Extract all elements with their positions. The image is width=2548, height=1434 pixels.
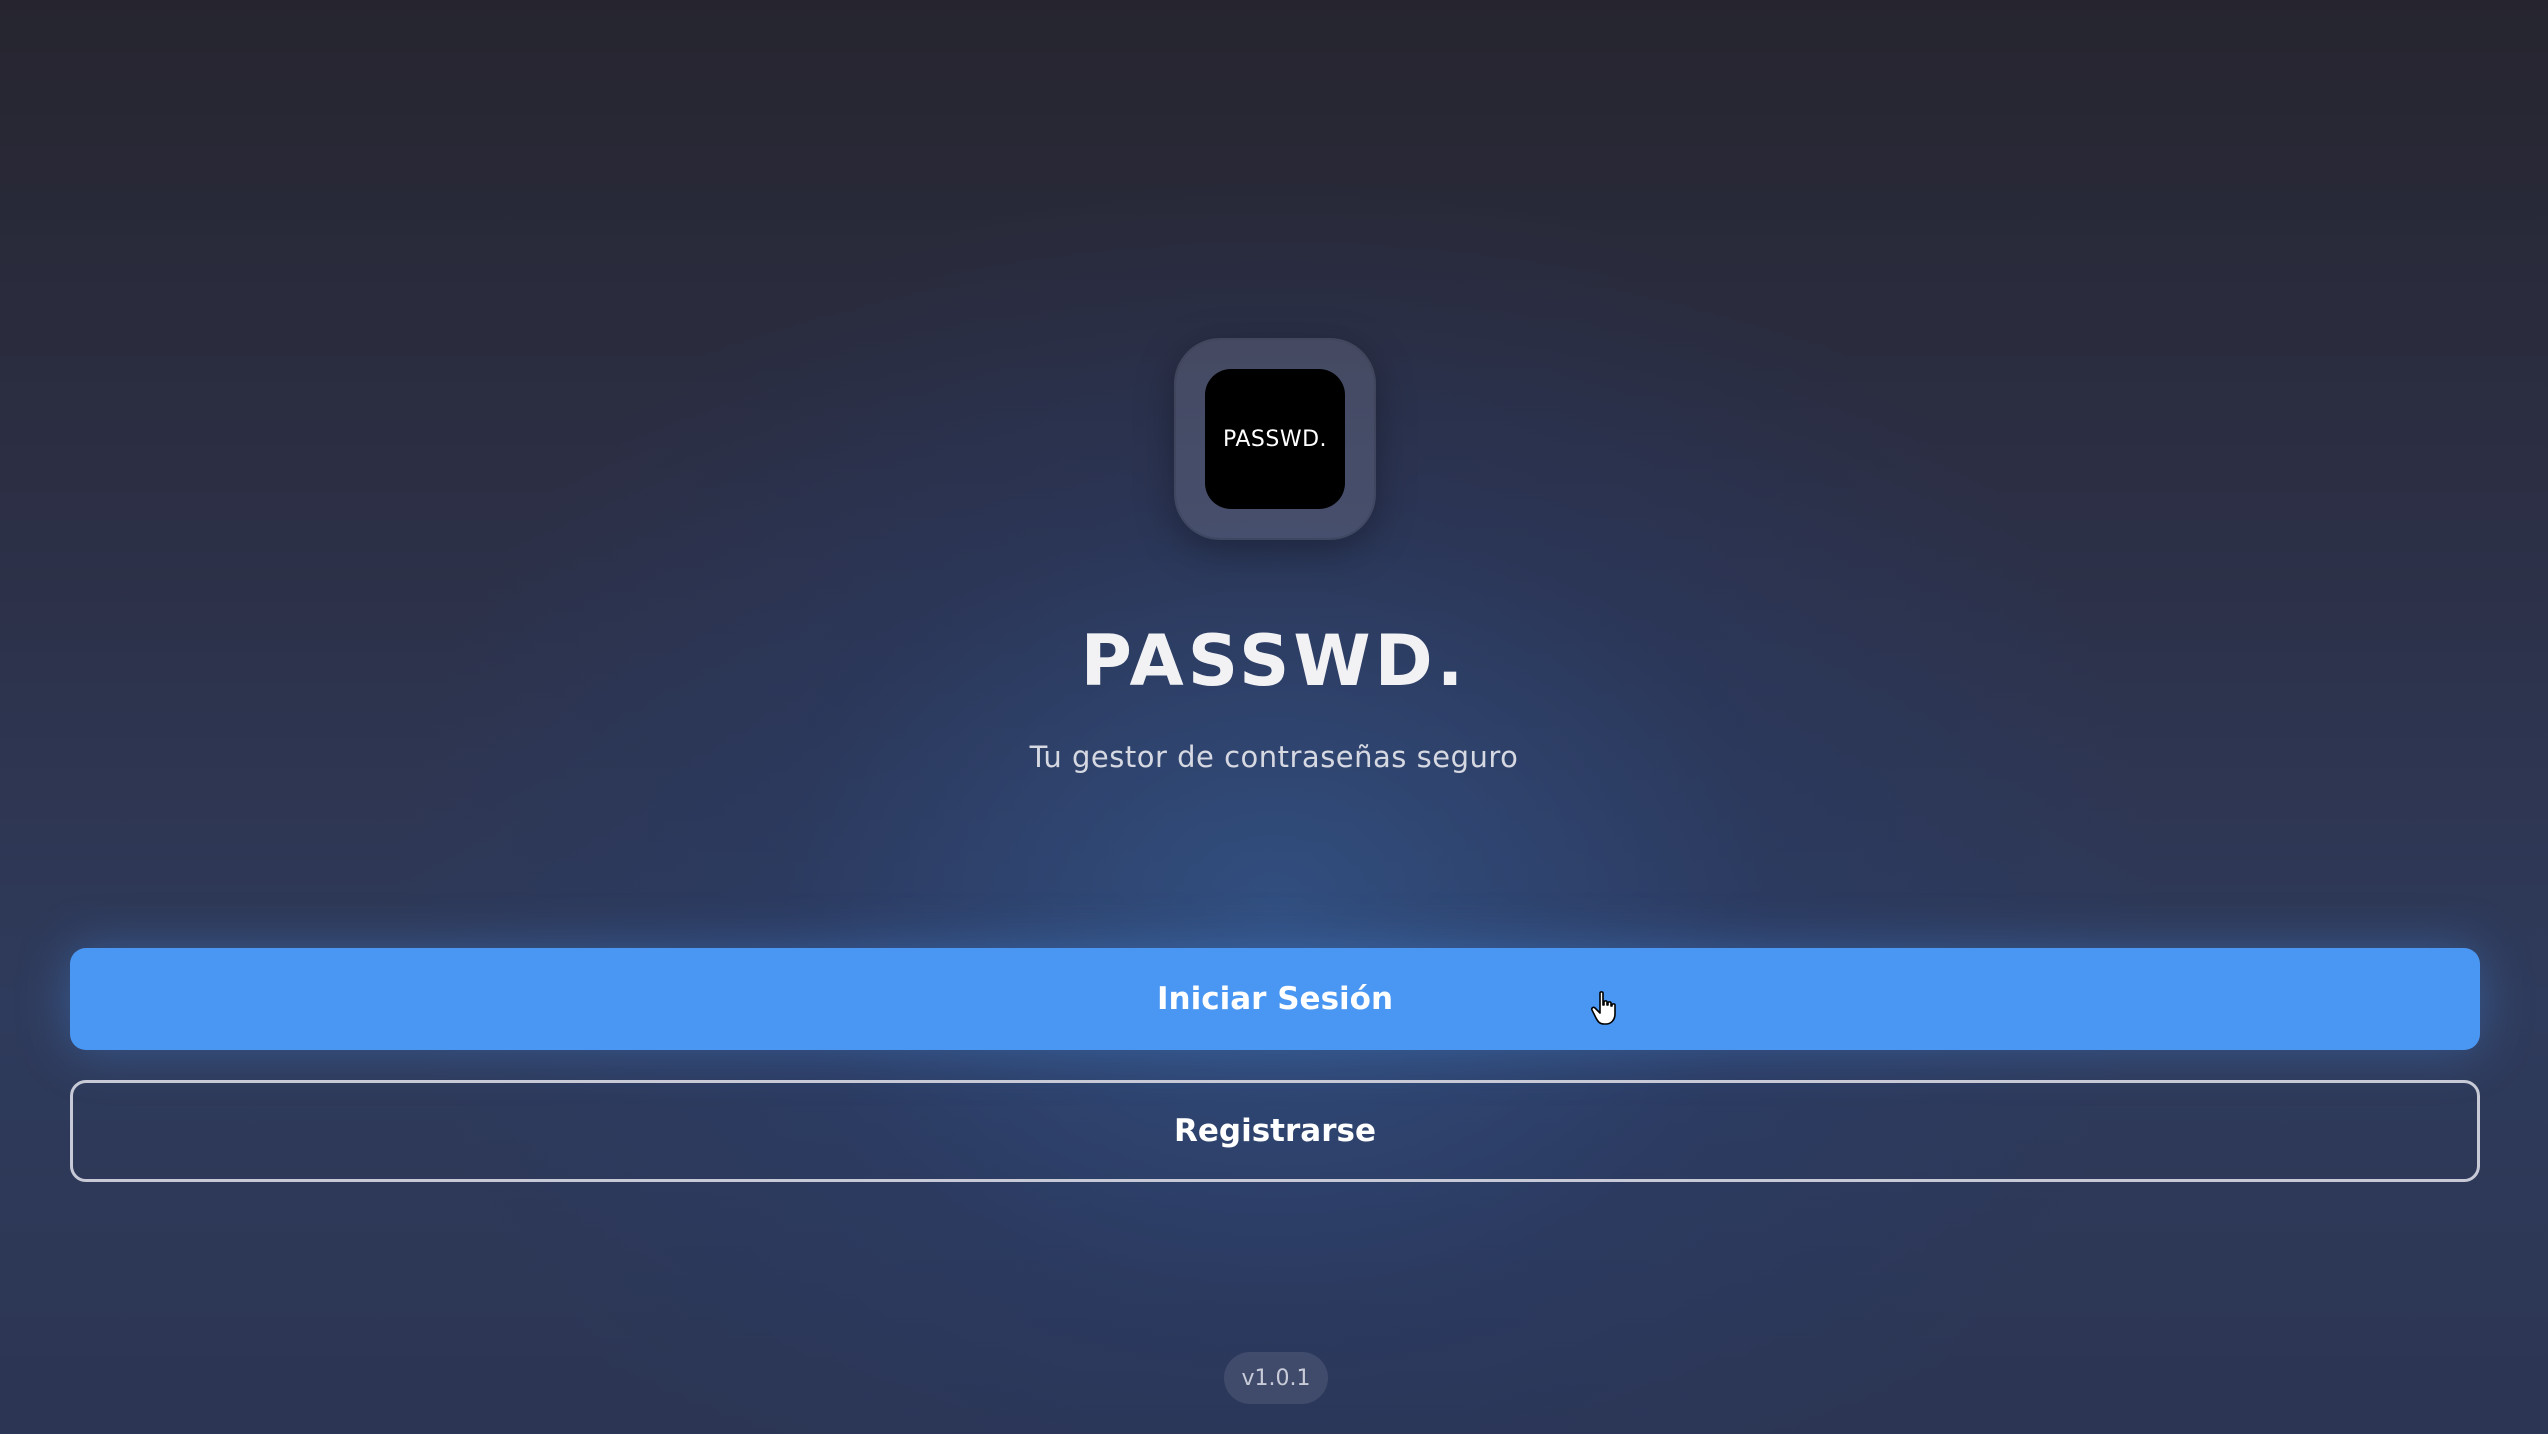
- register-button-label: Registrarse: [1174, 1113, 1376, 1149]
- app-logo-tile: PASSWD.: [1205, 369, 1345, 509]
- version-text: v1.0.1: [1241, 1365, 1311, 1391]
- version-badge: v1.0.1: [1224, 1352, 1328, 1404]
- app-logo: PASSWD.: [1176, 340, 1374, 538]
- login-button[interactable]: Iniciar Sesión: [70, 948, 2480, 1050]
- login-button-label: Iniciar Sesión: [1156, 981, 1394, 1017]
- app-subtitle: Tu gestor de contraseñas seguro: [1029, 740, 1519, 774]
- welcome-screen: PASSWD. PASSWD. Tu gestor de contraseñas…: [0, 0, 2548, 1434]
- hand-pointer-icon: [1590, 991, 1616, 1025]
- register-button[interactable]: Registrarse: [70, 1080, 2480, 1182]
- app-title: PASSWD.: [1080, 620, 1468, 702]
- app-logo-text: PASSWD.: [1222, 426, 1328, 452]
